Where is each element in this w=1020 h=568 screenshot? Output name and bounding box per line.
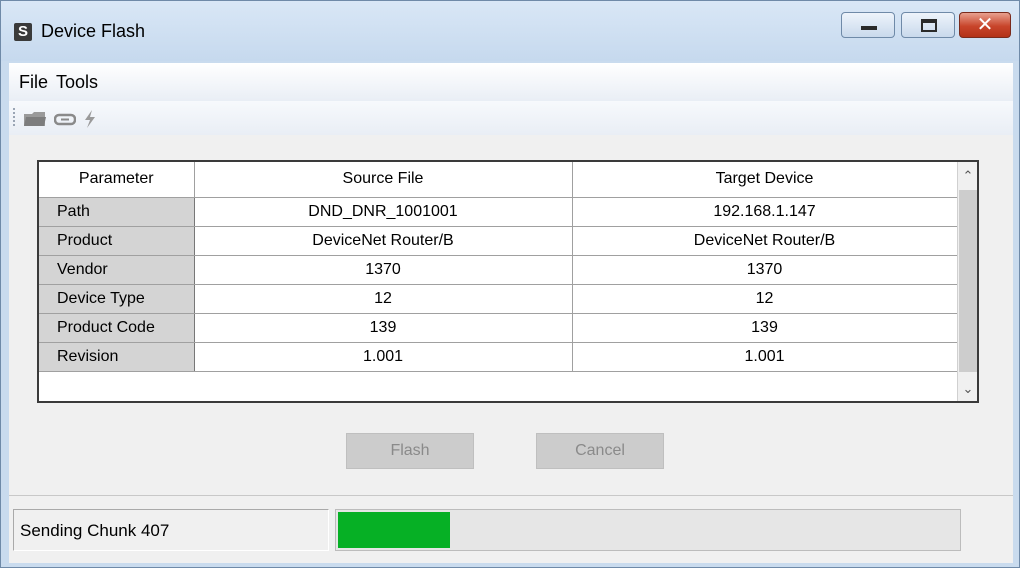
row-label: Path [39, 196, 195, 227]
source-value[interactable]: 1.001 [193, 341, 573, 372]
scroll-down-icon[interactable]: ⌄ [958, 377, 978, 401]
row-label: Product Code [39, 312, 195, 343]
row-label: Revision [39, 341, 195, 372]
flash-bolt-icon[interactable] [83, 110, 97, 133]
device-flash-window: S Device Flash ✕ File Tools Parameter So… [0, 0, 1020, 568]
target-value[interactable]: 192.168.1.147 [571, 196, 958, 227]
scroll-thumb[interactable] [959, 190, 977, 372]
app-icon: S [14, 23, 32, 41]
menu-file[interactable]: File [19, 72, 48, 93]
table-row: Vendor 1370 1370 [39, 254, 958, 285]
close-icon: ✕ [976, 14, 994, 36]
window-title: Device Flash [41, 21, 146, 41]
target-value[interactable]: DeviceNet Router/B [571, 225, 958, 256]
target-value[interactable]: 1.001 [571, 341, 958, 372]
client-area: File Tools Parameter Source File Target … [9, 63, 1013, 563]
parameter-table: Parameter Source File Target Device Path… [37, 160, 979, 403]
connect-link-icon[interactable] [53, 110, 77, 133]
column-header-source-file[interactable]: Source File [193, 162, 573, 198]
source-value[interactable]: 1370 [193, 254, 573, 285]
status-text: Sending Chunk 407 [13, 509, 329, 551]
row-label: Device Type [39, 283, 195, 314]
column-header-target-device[interactable]: Target Device [571, 162, 958, 198]
target-value[interactable]: 12 [571, 283, 958, 314]
parameter-grid: Parameter Source File Target Device Path… [39, 162, 958, 372]
vertical-scrollbar[interactable]: ⌃ ⌄ [957, 162, 977, 401]
table-row: Path DND_DNR_1001001 192.168.1.147 [39, 196, 958, 227]
source-value[interactable]: DeviceNet Router/B [193, 225, 573, 256]
menu-bar: File Tools [9, 63, 1013, 101]
progress-bar [335, 509, 961, 551]
row-label: Product [39, 225, 195, 256]
menu-tools[interactable]: Tools [56, 72, 98, 93]
progress-fill [338, 512, 450, 548]
source-value[interactable]: DND_DNR_1001001 [193, 196, 573, 227]
title-bar[interactable]: S Device Flash ✕ [1, 1, 1019, 61]
table-header-row: Parameter Source File Target Device [39, 162, 958, 198]
column-header-parameter[interactable]: Parameter [39, 162, 195, 198]
minimize-button[interactable] [841, 12, 895, 38]
flash-button[interactable]: Flash [346, 433, 474, 469]
minimize-icon [861, 26, 877, 30]
source-value[interactable]: 12 [193, 283, 573, 314]
toolbar [9, 101, 1013, 135]
row-label: Vendor [39, 254, 195, 285]
status-bar: Sending Chunk 407 [9, 495, 1013, 563]
cancel-button[interactable]: Cancel [536, 433, 664, 469]
table-row: Product DeviceNet Router/B DeviceNet Rou… [39, 225, 958, 256]
maximize-button[interactable] [901, 12, 955, 38]
table-row: Product Code 139 139 [39, 312, 958, 343]
toolbar-grip[interactable] [13, 108, 15, 126]
open-folder-icon[interactable] [23, 110, 47, 133]
target-value[interactable]: 1370 [571, 254, 958, 285]
scroll-up-icon[interactable]: ⌃ [958, 164, 978, 188]
maximize-icon [921, 19, 937, 32]
source-value[interactable]: 139 [193, 312, 573, 343]
table-row: Revision 1.001 1.001 [39, 341, 958, 372]
close-button[interactable]: ✕ [959, 12, 1011, 38]
table-row: Device Type 12 12 [39, 283, 958, 314]
target-value[interactable]: 139 [571, 312, 958, 343]
